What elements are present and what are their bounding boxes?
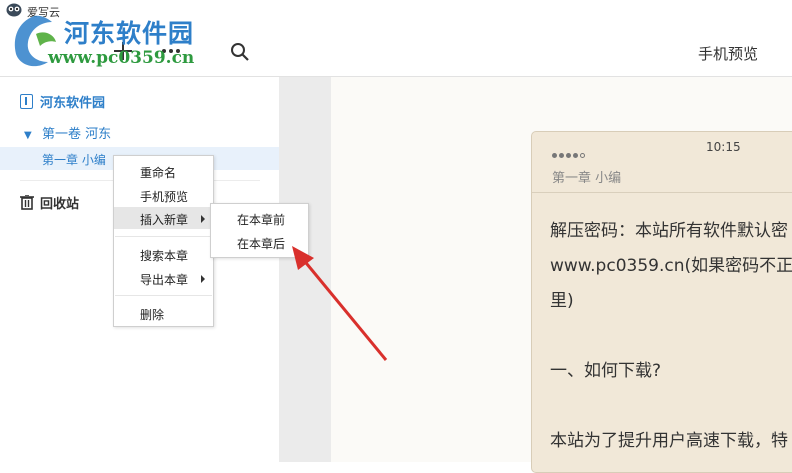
menu-item-delete[interactable]: 删除 — [114, 302, 213, 324]
menu-divider — [115, 295, 212, 296]
tree-volume[interactable]: ▼ 第一卷 河东 — [24, 123, 111, 142]
tree-book[interactable]: 河东软件园 — [20, 92, 105, 111]
trash-icon — [20, 194, 34, 210]
trash-label: 回收站 — [40, 197, 80, 212]
context-menu: 重命名 手机预览 插入新章 搜索本章 导出本章 删除 — [113, 155, 214, 327]
menu-item-insert-chapter[interactable]: 插入新章 — [114, 207, 213, 229]
phone-preview: 10:15 第一章 小编 解压密码：本站所有软件默认密 www.pc0359.c… — [531, 131, 792, 473]
body-line: 解压密码：本站所有软件默认密 — [550, 221, 788, 241]
chapter-title: 第一章 小编 — [42, 153, 106, 167]
mobile-preview-button[interactable]: 手机预览 — [698, 43, 758, 64]
menu-divider — [115, 236, 212, 237]
menu-item-label: 手机预览 — [140, 190, 189, 204]
volume-title: 第一卷 河东 — [42, 127, 112, 142]
submenu-item-after[interactable]: 在本章后 — [211, 231, 308, 253]
tree-trash[interactable]: 回收站 — [20, 193, 79, 212]
watermark-title: 河东软件园 — [64, 19, 195, 48]
search-icon[interactable] — [230, 42, 250, 62]
watermark-url: www.pc0359.cn — [48, 48, 195, 68]
insert-submenu: 在本章前 在本章后 — [210, 203, 309, 258]
submenu-arrow-icon — [201, 215, 205, 223]
menu-item-export-chapter[interactable]: 导出本章 — [114, 267, 213, 289]
phone-chapter-title: 第一章 小编 — [552, 171, 622, 186]
submenu-arrow-icon — [201, 275, 205, 283]
book-title: 河东软件园 — [40, 96, 106, 111]
watermark: 河东软件园 www.pc0359.cn — [6, 12, 206, 76]
submenu-item-before[interactable]: 在本章前 — [211, 207, 308, 229]
menu-item-rename[interactable]: 重命名 — [114, 160, 213, 182]
phone-status-bar: 10:15 — [532, 132, 792, 160]
phone-divider — [532, 192, 792, 193]
submenu-item-label: 在本章前 — [237, 213, 286, 227]
body-line — [550, 319, 792, 354]
menu-item-search-chapter[interactable]: 搜索本章 — [114, 243, 213, 265]
menu-item-label: 删除 — [140, 308, 165, 322]
menu-item-mobile-preview[interactable]: 手机预览 — [114, 184, 213, 206]
menu-item-label: 导出本章 — [140, 273, 189, 287]
book-icon — [20, 94, 33, 109]
body-line: 一、如何下载? — [550, 361, 662, 381]
body-line: 本站为了提升用户高速下载，特 — [550, 431, 788, 451]
menu-item-label: 插入新章 — [140, 213, 189, 227]
body-line — [550, 389, 792, 424]
signal-dots-icon — [552, 143, 587, 162]
menu-item-label: 搜索本章 — [140, 249, 189, 263]
phone-time: 10:15 — [706, 140, 741, 154]
phone-body-text: 解压密码：本站所有软件默认密 www.pc0359.cn(如果密码不正 里) 一… — [550, 214, 792, 459]
body-line: www.pc0359.cn(如果密码不正 — [550, 256, 792, 276]
menu-item-label: 重命名 — [140, 166, 177, 180]
body-line: 里) — [550, 291, 574, 311]
panel-gap — [279, 77, 331, 462]
submenu-item-label: 在本章后 — [237, 237, 286, 251]
chevron-down-icon[interactable]: ▼ — [24, 130, 34, 141]
